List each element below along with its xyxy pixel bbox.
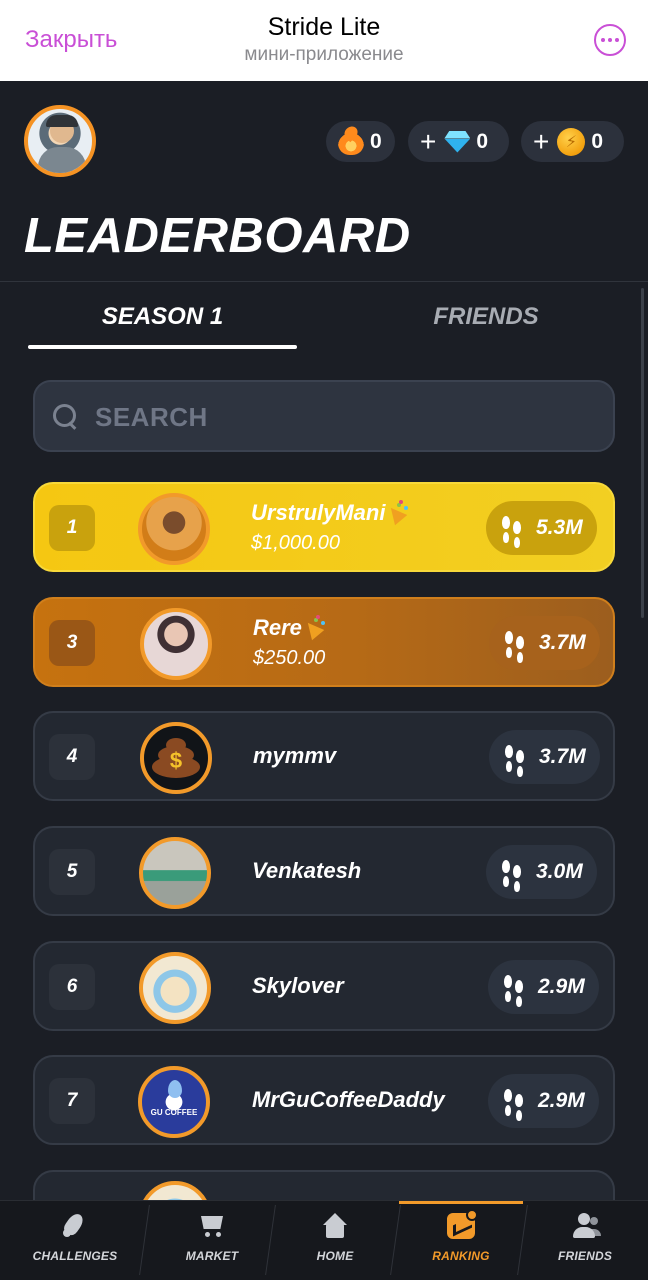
footsteps-icon [503, 745, 527, 769]
add-coins-icon[interactable]: + [533, 127, 549, 156]
telegram-header: Закрыть Stride Lite мини-приложение [0, 0, 648, 81]
coin-icon: ⚡ [557, 127, 586, 156]
steps-pill: 2.9M [488, 960, 599, 1014]
prize-amount: $250.00 [253, 647, 326, 669]
nav-label: CHALLENGES [32, 1249, 118, 1263]
rank-badge: 4 [49, 734, 95, 780]
nav-ranking[interactable]: RANKING [406, 1201, 516, 1280]
avatar [139, 837, 211, 909]
player-name: Rere [253, 615, 326, 641]
poo-money-icon: $ [152, 738, 200, 778]
party-popper-icon [387, 500, 409, 522]
leaderboard-row[interactable]: 1 UrstrulyMani $1,000.00 5.3M [33, 482, 615, 572]
nav-label: HOME [316, 1249, 354, 1263]
nav-label: FRIENDS [557, 1249, 613, 1263]
leaderboard-row[interactable]: 7 GU COFFEE MrGuCoffeeDaddy 2.9M [33, 1055, 615, 1145]
player-name: mymmv [253, 743, 337, 768]
header-divider [0, 281, 648, 282]
streak-value: 0 [370, 129, 382, 153]
player-name: Skylover [252, 973, 344, 998]
steps-pill: 3.0M [486, 845, 597, 899]
leaderboard-row[interactable] [33, 1170, 615, 1200]
avatar: GU COFFEE [138, 1066, 210, 1138]
steps-value: 3.7M [539, 745, 586, 768]
fire-icon [338, 128, 364, 155]
player-name: Venkatesh [252, 858, 362, 883]
footsteps-icon [502, 975, 526, 999]
active-tab-indicator [28, 345, 297, 349]
avatar: $ [140, 722, 212, 794]
user-avatar[interactable] [24, 105, 96, 177]
player-name: MrGuCoffeeDaddy [252, 1087, 445, 1112]
more-options-icon[interactable] [594, 24, 626, 56]
rank-badge: 5 [49, 849, 95, 895]
scrollbar[interactable] [641, 288, 644, 618]
avatar [140, 608, 212, 680]
nav-challenges[interactable]: CHALLENGES [20, 1201, 130, 1280]
diamond-icon [444, 131, 470, 153]
player-name: UrstrulyMani [251, 500, 409, 526]
leaderboard-list: 1 UrstrulyMani $1,000.00 5.3M 3 Rere $25… [0, 0, 648, 1200]
rank-badge: 1 [49, 505, 95, 551]
nav-market[interactable]: MARKET [157, 1201, 267, 1280]
diamond-counter[interactable]: + 0 [408, 121, 509, 162]
page-title: LEADERBOARD [24, 209, 411, 263]
footsteps-icon [500, 860, 524, 884]
coin-value: 0 [591, 129, 604, 153]
search-box[interactable] [33, 380, 615, 452]
prize-amount: $1,000.00 [251, 532, 340, 554]
rank-badge: 3 [49, 620, 95, 666]
steps-pill: 3.7M [489, 616, 600, 670]
tab-season[interactable]: SEASON 1 [28, 303, 297, 331]
footsteps-icon [503, 631, 527, 655]
tab-friends[interactable]: FRIENDS [352, 303, 620, 331]
home-icon [321, 1213, 349, 1239]
avatar [139, 952, 211, 1024]
party-popper-icon [304, 615, 326, 637]
nav-home[interactable]: HOME [280, 1201, 390, 1280]
gu-coffee-logo: GU COFFEE [150, 1108, 198, 1117]
avatar [139, 1181, 211, 1200]
cart-icon [198, 1213, 226, 1239]
steps-value: 3.7M [539, 631, 586, 654]
leaderboard-row[interactable]: 5 Venkatesh 3.0M [33, 826, 615, 916]
rocket-icon [61, 1213, 89, 1239]
nav-friends[interactable]: FRIENDS [530, 1201, 640, 1280]
avatar [138, 493, 210, 565]
footsteps-icon [500, 516, 524, 540]
leaderboard-row[interactable]: 4 $ mymmv 3.7M [33, 711, 615, 801]
steps-pill: 2.9M [488, 1074, 599, 1128]
add-diamonds-icon[interactable]: + [420, 127, 436, 156]
bottom-nav: CHALLENGES MARKET HOME RANKING FRIENDS [0, 1200, 648, 1280]
streak-counter[interactable]: 0 [326, 121, 395, 162]
steps-value: 5.3M [536, 516, 583, 539]
search-input[interactable] [95, 400, 575, 434]
search-icon [53, 404, 77, 428]
steps-value: 2.9M [538, 1089, 585, 1112]
steps-pill: 3.7M [489, 730, 600, 784]
friends-icon [571, 1213, 599, 1239]
steps-pill: 5.3M [486, 501, 597, 555]
steps-value: 3.0M [536, 860, 583, 883]
nav-label: RANKING [432, 1249, 490, 1263]
app-title: Stride Lite [267, 13, 381, 41]
coffee-drop-icon [168, 1080, 182, 1098]
leaderboard-row[interactable]: 3 Rere $250.00 3.7M [33, 597, 615, 687]
ranking-chart-icon [447, 1209, 478, 1239]
steps-value: 2.9M [538, 975, 585, 998]
rank-badge: 6 [49, 964, 95, 1010]
coin-counter[interactable]: + ⚡ 0 [521, 121, 624, 162]
nav-label: MARKET [185, 1249, 239, 1263]
diamond-value: 0 [476, 129, 489, 153]
rank-badge: 7 [49, 1078, 95, 1124]
app-subtitle: мини-приложение [244, 44, 404, 65]
footsteps-icon [502, 1089, 526, 1113]
leaderboard-row[interactable]: 6 Skylover 2.9M [33, 941, 615, 1031]
